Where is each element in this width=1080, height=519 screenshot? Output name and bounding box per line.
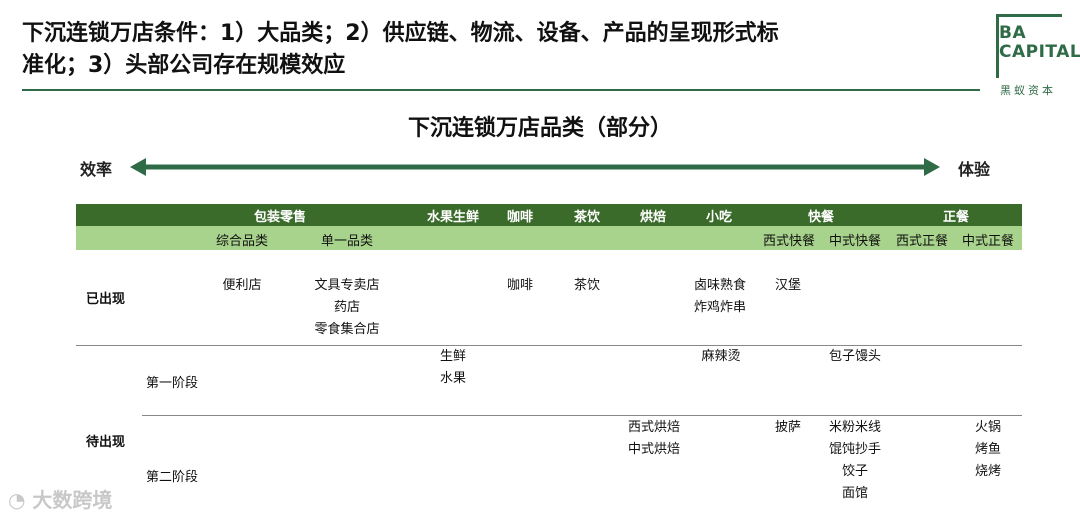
- list-item: 炸鸡炸串: [693, 300, 746, 315]
- category-fresh-fruit: 水果生鲜: [426, 210, 479, 225]
- cell-existing-tea: 茶饮: [562, 275, 612, 297]
- subcategory-general: 综合品类: [215, 234, 268, 249]
- title-divider: [22, 89, 980, 91]
- logo: BA CAPITAL: [999, 24, 1080, 62]
- headline-line-1: 下沉连锁万店条件：1）大品类；2）供应链、物流、设备、产品的呈现形式标: [22, 21, 779, 46]
- watermark-icon: ◔: [8, 488, 26, 512]
- cell-stage2-bakery: 西式烘焙 中式烘焙: [616, 417, 692, 461]
- logo-line-1: BA: [999, 23, 1027, 43]
- category-snack: 小吃: [705, 210, 732, 225]
- list-item: 面馆: [841, 486, 868, 501]
- category-coffee: 咖啡: [506, 210, 533, 225]
- cell-existing-general: 便利店: [202, 275, 282, 297]
- watermark-text: 大数跨境: [32, 488, 113, 512]
- list-item: 烧烤: [974, 464, 1001, 479]
- list-item: 水果: [439, 371, 466, 386]
- list-item: 药店: [333, 300, 360, 315]
- cell-stage1-snack: 麻辣烫: [688, 346, 754, 368]
- list-item: 生鲜: [439, 349, 466, 364]
- row-divider-stage: [142, 415, 1022, 416]
- subcategory-western-fast: 西式快餐: [762, 234, 815, 249]
- stage-label-1: 第一阶段: [146, 376, 199, 391]
- axis-label-efficiency: 效率: [80, 160, 113, 179]
- stage-label-2: 第二阶段: [146, 470, 199, 485]
- category-tea: 茶饮: [573, 210, 600, 225]
- list-item: 火锅: [974, 420, 1001, 435]
- category-header-band: [76, 204, 1022, 226]
- list-item: 米粉米线: [828, 420, 881, 435]
- cell-existing-coffee: 咖啡: [495, 275, 545, 297]
- list-item: 便利店: [222, 278, 262, 293]
- headline-line-2: 准化；3）头部公司存在规模效应: [22, 53, 346, 78]
- list-item: 饺子: [841, 464, 868, 479]
- category-dining: 正餐: [942, 210, 969, 225]
- double-arrow-icon: [130, 158, 940, 176]
- logo-line-2: CAPITAL: [999, 42, 1080, 62]
- cell-stage1-fresh: 生鲜 水果: [428, 346, 478, 390]
- category-bakery: 烘焙: [639, 210, 666, 225]
- list-item: 咖啡: [506, 278, 533, 293]
- list-item: 零食集合店: [314, 322, 380, 337]
- list-item: 包子馒头: [828, 349, 881, 364]
- cell-stage2-western-fast: 披萨: [765, 417, 811, 439]
- section-title: 下沉连锁万店品类（部分）: [407, 116, 672, 141]
- list-item: 汉堡: [774, 278, 801, 293]
- watermark: ◔ 大数跨境: [8, 484, 112, 513]
- category-packaged-retail: 包装零售: [253, 210, 306, 225]
- category-fast-food: 快餐: [807, 210, 834, 225]
- cell-existing-single: 文具专卖店 药店 零食集合店: [297, 275, 397, 341]
- row-label-pending: 待出现: [86, 435, 126, 450]
- cell-stage1-chinese-fast: 包子馒头: [818, 346, 892, 368]
- cell-existing-snack: 卤味熟食 炸鸡炸串: [683, 275, 757, 319]
- page-headline: 下沉连锁万店条件：1）大品类；2）供应链、物流、设备、产品的呈现形式标 准化；3…: [22, 18, 982, 82]
- list-item: 披萨: [774, 420, 801, 435]
- logo-subtitle: 黑蚁资本: [1000, 84, 1056, 97]
- list-item: 中式烘焙: [627, 442, 680, 457]
- list-item: 馄饨抄手: [828, 442, 881, 457]
- cell-stage2-chinese-fast: 米粉米线 馄饨抄手 饺子 面馆: [818, 417, 892, 505]
- list-item: 西式烘焙: [627, 420, 680, 435]
- list-item: 文具专卖店: [314, 278, 380, 293]
- subcategory-single: 单一品类: [320, 234, 373, 249]
- subcategory-chinese-fast: 中式快餐: [828, 234, 881, 249]
- cell-stage2-chinese-meal: 火锅 烤鱼 烧烤: [962, 417, 1014, 483]
- subcategory-western-meal: 西式正餐: [895, 234, 948, 249]
- subcategory-chinese-meal: 中式正餐: [961, 234, 1014, 249]
- list-item: 麻辣烫: [701, 349, 741, 364]
- list-item: 卤味熟食: [693, 278, 746, 293]
- cell-existing-western-fast: 汉堡: [765, 275, 811, 297]
- list-item: 茶饮: [573, 278, 600, 293]
- row-label-existing: 已出现: [86, 292, 126, 307]
- list-item: 烤鱼: [974, 442, 1001, 457]
- axis-label-experience: 体验: [958, 160, 991, 179]
